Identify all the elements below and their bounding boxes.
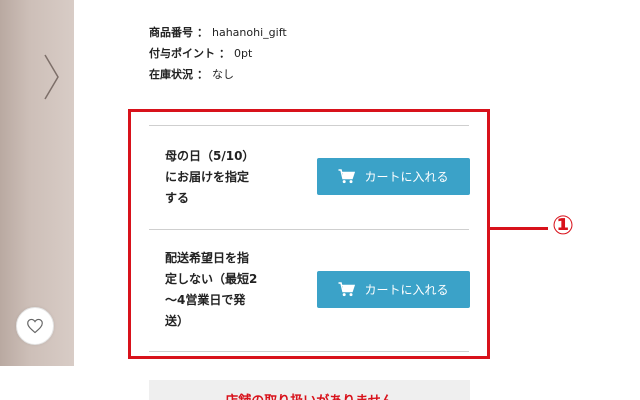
separator: ： bbox=[219, 47, 230, 60]
stock-label: 在庫状況 bbox=[149, 68, 193, 81]
stock-value: なし bbox=[212, 68, 234, 81]
add-to-cart-button[interactable]: カートに入れる bbox=[317, 158, 470, 195]
store-notice-text: 店舗の取り扱いがありません bbox=[149, 390, 470, 400]
product-code-row: 商品番号 ： hahanohi_gift bbox=[149, 22, 287, 43]
divider bbox=[149, 229, 469, 230]
cart-icon bbox=[338, 282, 356, 297]
callout-connector-line bbox=[490, 227, 548, 230]
points-row: 付与ポイント ： 0pt bbox=[149, 43, 287, 64]
add-to-cart-button[interactable]: カートに入れる bbox=[317, 271, 470, 308]
points-value: 0pt bbox=[234, 47, 253, 60]
product-code-value: hahanohi_gift bbox=[212, 26, 287, 39]
cart-icon bbox=[338, 169, 356, 184]
divider bbox=[149, 125, 469, 126]
chevron-right-icon[interactable] bbox=[42, 52, 62, 102]
store-notice-bar: 店舗の取り扱いがありません bbox=[149, 380, 470, 400]
divider bbox=[149, 351, 469, 352]
option-no-date-text: 配送希望日を指 定しない（最短2 〜4営業日で発 送） bbox=[165, 251, 258, 328]
product-meta: 商品番号 ： hahanohi_gift 付与ポイント ： 0pt 在庫状況 ： なし bbox=[149, 22, 287, 85]
product-code-label: 商品番号 bbox=[149, 26, 193, 39]
heart-icon bbox=[27, 318, 43, 334]
stock-row: 在庫状況 ： なし bbox=[149, 64, 287, 85]
favorite-button[interactable] bbox=[16, 307, 54, 345]
add-to-cart-label: カートに入れる bbox=[364, 170, 449, 184]
callout-number: ① bbox=[552, 211, 575, 241]
add-to-cart-label: カートに入れる bbox=[364, 283, 449, 297]
separator: ： bbox=[197, 26, 208, 39]
points-label: 付与ポイント bbox=[149, 47, 215, 60]
separator: ： bbox=[197, 68, 208, 81]
option-mothers-day-text: 母の日（5/10） にお届けを指定 する bbox=[165, 149, 255, 205]
